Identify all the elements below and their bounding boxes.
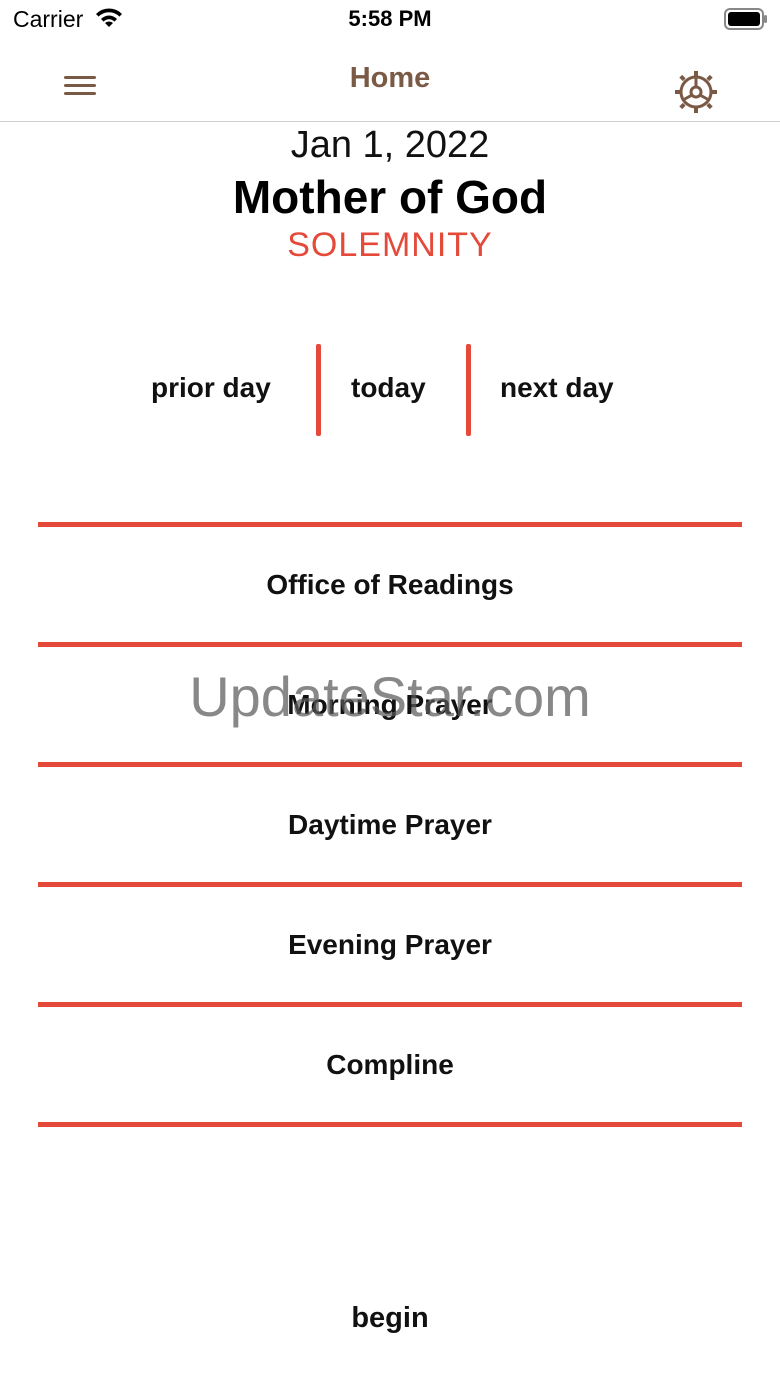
- feast-name: Mother of God: [232, 171, 548, 223]
- begin-button[interactable]: begin: [0, 1302, 780, 1335]
- hour-divider: [38, 1122, 742, 1127]
- day-nav-divider: [466, 344, 471, 436]
- navigation-bar: Home: [0, 40, 780, 122]
- office-of-readings-button[interactable]: Office of Readings: [38, 527, 742, 642]
- status-bar: Carrier 5:58 PM: [0, 0, 780, 40]
- prior-day-button[interactable]: prior day: [151, 372, 271, 404]
- daytime-prayer-button[interactable]: Daytime Prayer: [38, 767, 742, 882]
- liturgical-date: Jan 1, 2022: [290, 124, 490, 166]
- feast-rank: SOLEMNITY: [287, 226, 493, 264]
- day-navigation: prior day today next day: [0, 344, 780, 436]
- home-screen: Carrier 5:58 PM Home Jan 1, 2022 Mother …: [0, 0, 780, 1387]
- evening-prayer-button[interactable]: Evening Prayer: [38, 887, 742, 1002]
- page-title: Home: [349, 62, 431, 94]
- status-time: 5:58 PM: [348, 6, 432, 31]
- morning-prayer-button[interactable]: Morning Prayer: [38, 647, 742, 762]
- gear-icon[interactable]: [672, 68, 720, 116]
- compline-button[interactable]: Compline: [38, 1007, 742, 1122]
- today-button[interactable]: today: [351, 372, 426, 404]
- day-nav-divider: [316, 344, 321, 436]
- next-day-button[interactable]: next day: [500, 372, 614, 404]
- hours-list: Office of Readings Morning Prayer Daytim…: [38, 522, 742, 1127]
- battery-icon: [724, 8, 767, 30]
